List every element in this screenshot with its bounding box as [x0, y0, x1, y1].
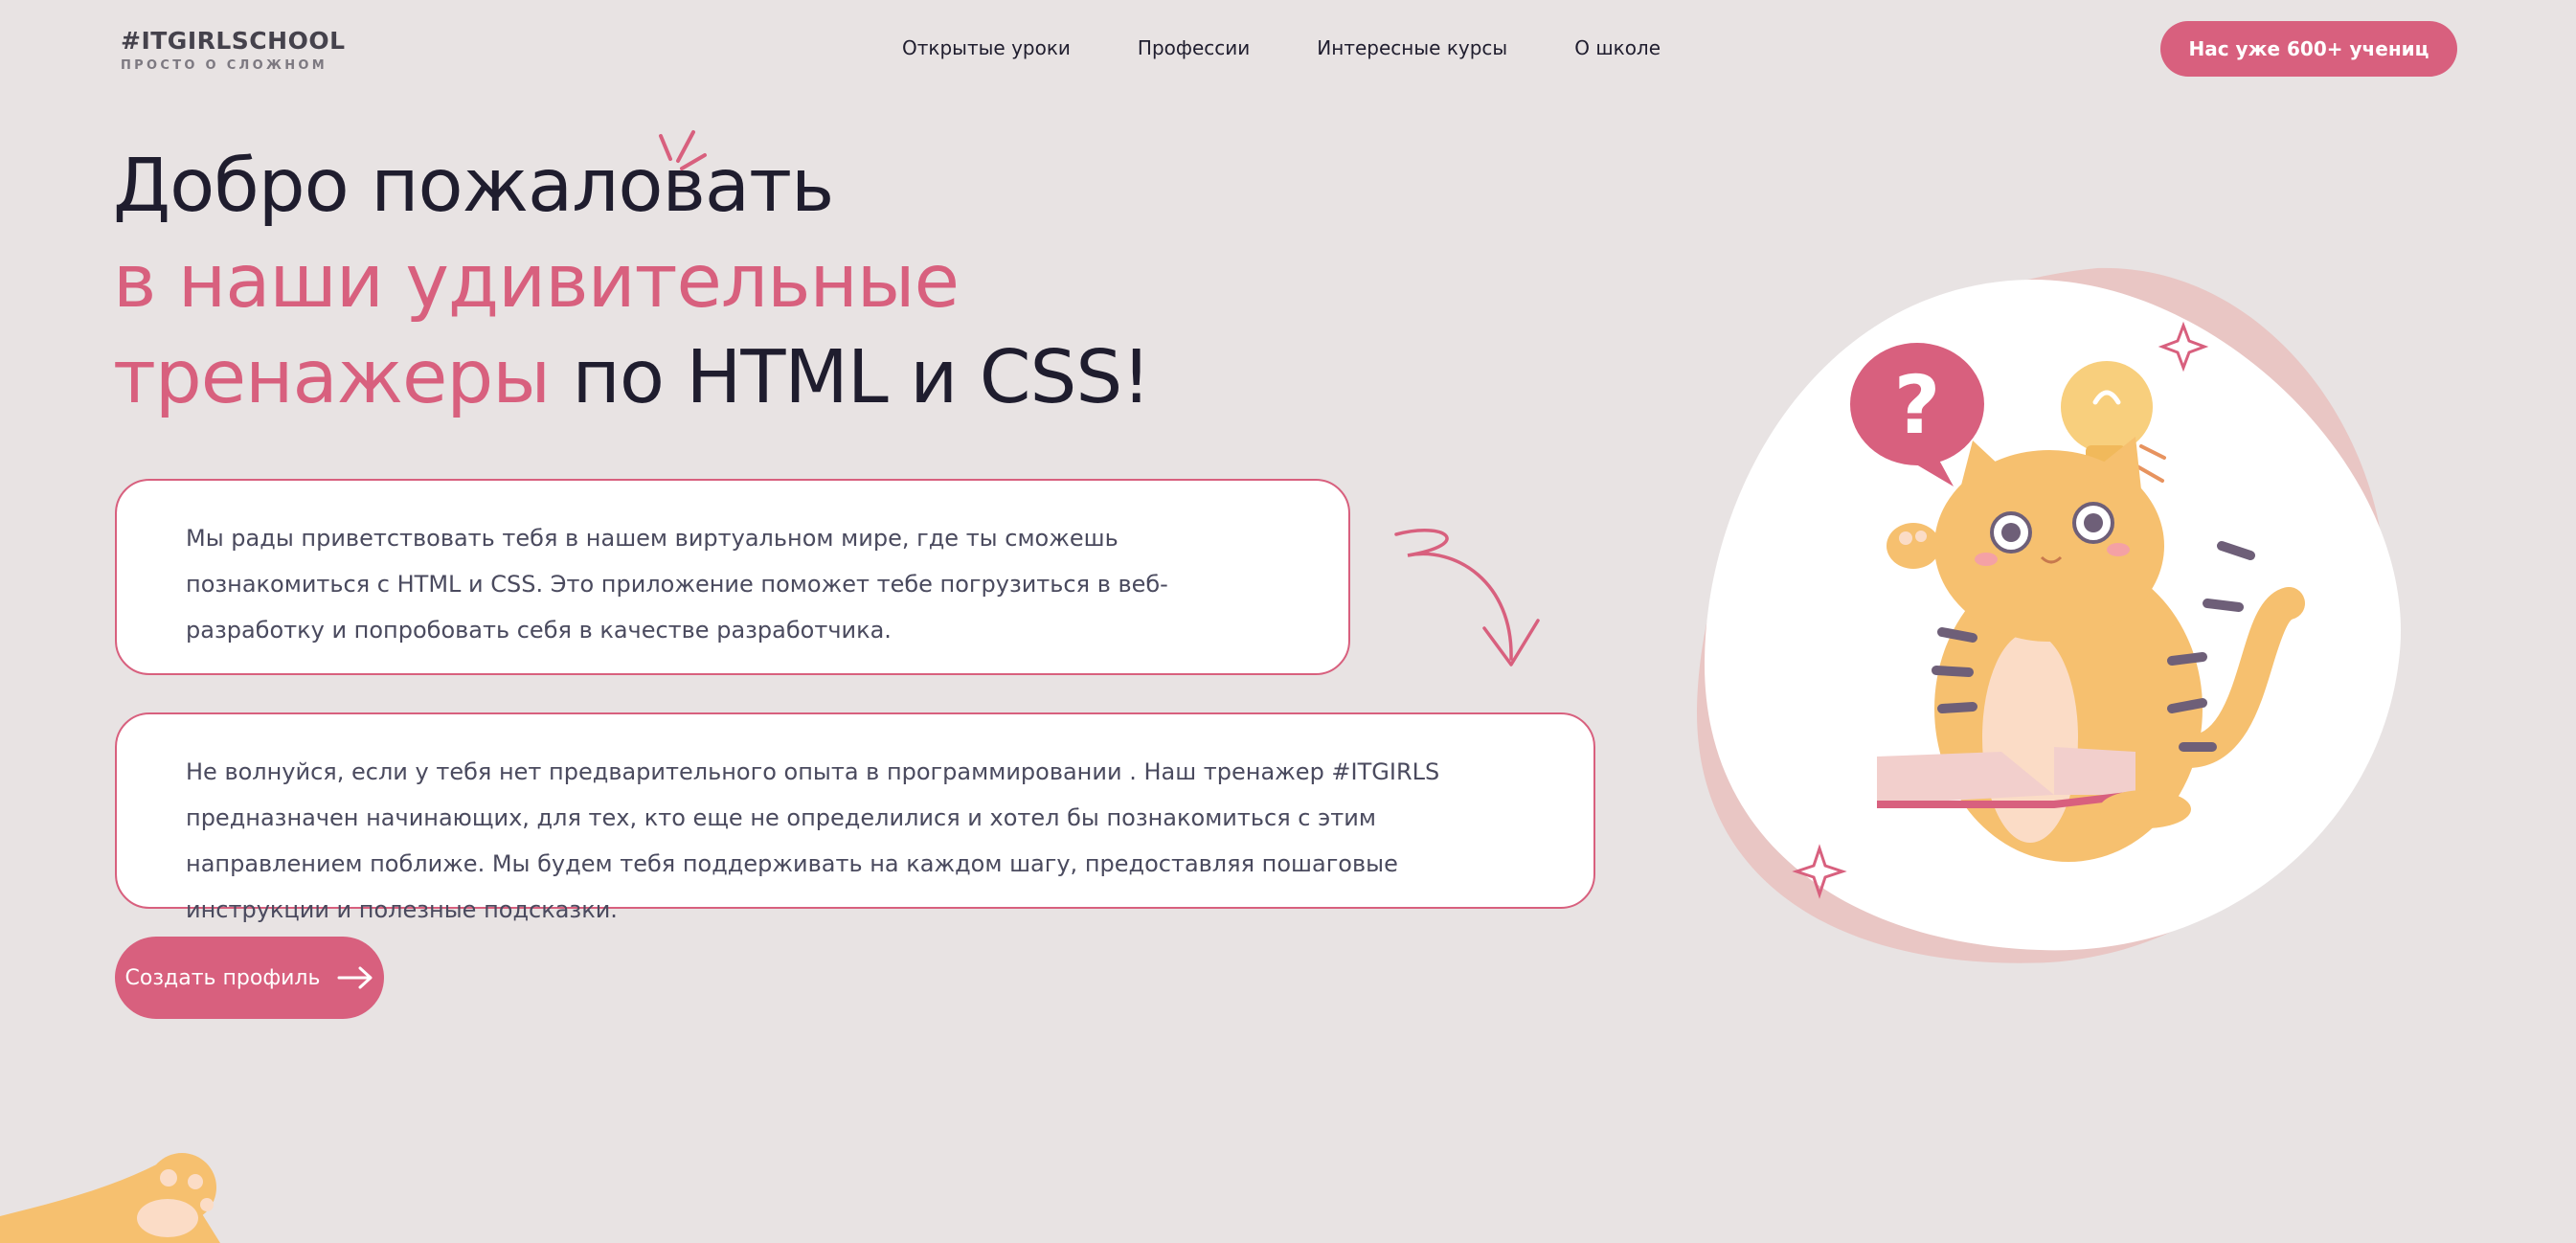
title-line-3-rest: по HTML и CSS!	[550, 335, 1152, 420]
bubble-question-mark: ?	[1894, 358, 1941, 452]
create-profile-button[interactable]: Создать профиль	[115, 937, 384, 1019]
arrow-right-icon	[337, 966, 373, 989]
curly-arrow-icon	[1394, 529, 1540, 667]
create-profile-label: Создать профиль	[124, 965, 321, 990]
intro-text: Мы рады приветствовать тебя в нашем вирт…	[186, 525, 1168, 644]
nav-item-courses[interactable]: Интересные курсы	[1317, 36, 1507, 59]
title-line-3: тренажеры по HTML и CSS!	[113, 330, 1152, 426]
students-count-button[interactable]: Нас уже 600+ учениц	[2160, 21, 2457, 77]
cat-illustration: ?	[1696, 267, 2402, 963]
page-title: Добро пожаловать в наши удивительные тре…	[113, 139, 1152, 426]
intro-card: Мы рады приветствовать тебя в нашем вирт…	[115, 479, 1350, 675]
logo[interactable]: #ITGIRLSCHOOL ПРОСТО О СЛОЖНОМ	[121, 27, 346, 73]
logo-tagline: ПРОСТО О СЛОЖНОМ	[121, 58, 328, 73]
main-nav: Открытые уроки Профессии Интересные курс…	[902, 36, 1661, 59]
paw-icon	[1887, 523, 1940, 569]
title-line-1: Добро пожаловать	[113, 144, 834, 229]
nav-item-about[interactable]: О школе	[1574, 36, 1661, 59]
sparkle-icon	[659, 130, 707, 170]
logo-title: #ITGIRLSCHOOL	[121, 27, 346, 55]
no-experience-card: Не волнуйся, если у тебя нет предварител…	[115, 712, 1595, 923]
paw-icon	[0, 1153, 220, 1243]
title-line-3-accent: тренажеры	[113, 335, 551, 420]
nav-item-open-lessons[interactable]: Открытые уроки	[902, 36, 1071, 59]
nav-item-professions[interactable]: Профессии	[1138, 36, 1250, 59]
title-line-2: в наши удивительные	[113, 239, 960, 325]
no-experience-text: Не волнуйся, если у тебя нет предварител…	[186, 758, 1440, 923]
